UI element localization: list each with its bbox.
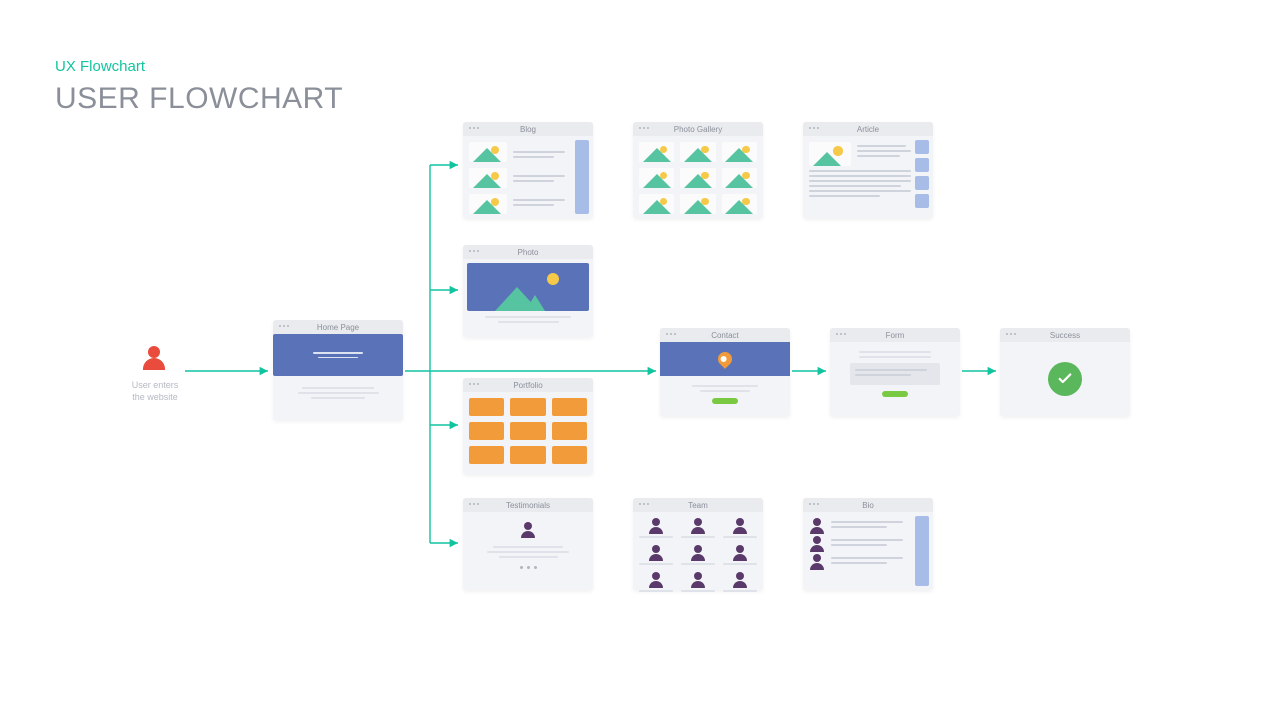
checkmark-icon: [1048, 362, 1082, 396]
node-portfolio-label: Portfolio: [513, 381, 542, 390]
node-success-label: Success: [1050, 331, 1080, 340]
user-caption-line1: User enters: [132, 380, 179, 390]
node-article-label: Article: [857, 125, 879, 134]
node-gallery-label: Photo Gallery: [674, 125, 722, 134]
submit-pill-icon: [712, 398, 738, 404]
node-portfolio: Portfolio: [463, 378, 593, 474]
node-blog-label: Blog: [520, 125, 536, 134]
page-subtitle: UX Flowchart: [55, 58, 145, 75]
flowchart-canvas: UX Flowchart USER FLOWCHART User enters …: [0, 0, 1280, 720]
node-gallery: Photo Gallery: [633, 122, 763, 218]
node-team: Team: [633, 498, 763, 590]
node-testimonials-label: Testimonials: [506, 501, 550, 510]
location-pin-icon: [715, 349, 735, 369]
node-contact: Contact: [660, 328, 790, 416]
page-title: USER FLOWCHART: [55, 82, 343, 116]
node-testimonials: Testimonials: [463, 498, 593, 590]
node-article: Article: [803, 122, 933, 218]
node-bio: Bio: [803, 498, 933, 590]
user-caption-line2: the website: [132, 392, 178, 402]
user-icon: [143, 346, 165, 370]
node-home: Home Page: [273, 320, 403, 420]
node-bio-label: Bio: [862, 501, 874, 510]
node-success: Success: [1000, 328, 1130, 416]
node-form-label: Form: [886, 331, 905, 340]
user-caption: User enters the website: [125, 380, 185, 403]
node-blog: Blog: [463, 122, 593, 218]
node-team-label: Team: [688, 501, 708, 510]
node-form: Form: [830, 328, 960, 416]
node-photo: Photo: [463, 245, 593, 337]
node-home-label: Home Page: [317, 323, 359, 332]
node-contact-label: Contact: [711, 331, 739, 340]
node-photo-label: Photo: [518, 248, 539, 257]
submit-pill-icon: [882, 391, 908, 397]
